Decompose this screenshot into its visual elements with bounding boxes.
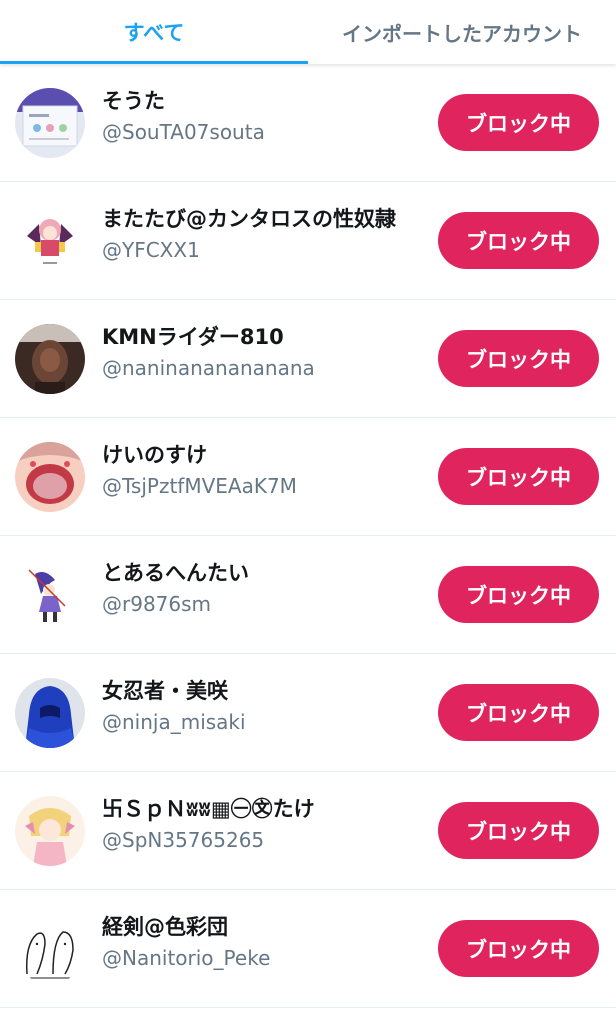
avatar[interactable] [15,560,85,630]
list-item[interactable]: 経剣@色彩団 @Nanitorio_Peke ブロック中 [0,890,616,1008]
blocking-button[interactable]: ブロック中 [438,802,599,859]
tab-all[interactable]: すべて [0,0,308,64]
user-name: またたび@カンタロスの性奴隷 [102,207,396,231]
user-name: けいのすけ [102,443,207,467]
tab-bar: すべて インポートしたアカウント [0,0,616,64]
user-name: 経剣@色彩団 [102,915,228,939]
blocking-button[interactable]: ブロック中 [438,94,599,151]
user-handle: @SouTA07souta [102,120,265,144]
user-name: 卐ＳｐＮʬʬ▦㊀㉆たけ [102,797,315,821]
avatar[interactable] [15,678,85,748]
avatar[interactable] [15,324,85,394]
user-handle: @SpN35765265 [102,828,265,852]
avatar[interactable] [15,442,85,512]
list-item[interactable]: KMNライダー810 @naninananananana ブロック中 [0,300,616,418]
blocking-button[interactable]: ブロック中 [438,684,599,741]
list-item[interactable]: 卐ＳｐＮʬʬ▦㊀㉆たけ @SpN35765265 ブロック中 [0,772,616,890]
user-handle: @ninja_misaki [102,710,246,734]
list-item[interactable]: とあるへんたい @r9876sm ブロック中 [0,536,616,654]
avatar[interactable] [15,796,85,866]
user-handle: @TsjPztfMVEAaK7M [102,474,297,498]
list-item[interactable]: けいのすけ @TsjPztfMVEAaK7M ブロック中 [0,418,616,536]
blocking-button[interactable]: ブロック中 [438,566,599,623]
list-item[interactable]: 女忍者・美咲 @ninja_misaki ブロック中 [0,654,616,772]
user-name: そうた [102,89,165,113]
user-name: KMNライダー810 [102,325,284,349]
user-name: とあるへんたい [102,561,249,585]
avatar[interactable] [15,914,85,984]
blocking-button[interactable]: ブロック中 [438,212,599,269]
user-handle: @YFCXX1 [102,238,200,262]
list-item[interactable]: またたび@カンタロスの性奴隷 @YFCXX1 ブロック中 [0,182,616,300]
tab-imported-accounts[interactable]: インポートしたアカウント [308,0,616,64]
user-handle: @naninananananana [102,356,315,380]
blocking-button[interactable]: ブロック中 [438,448,599,505]
blocking-button[interactable]: ブロック中 [438,920,599,977]
blocking-button[interactable]: ブロック中 [438,330,599,387]
blocked-accounts-list: そうた @SouTA07souta ブロック中 またたび@カンタロスの性奴隷 @… [0,64,616,1008]
user-handle: @Nanitorio_Peke [102,946,271,970]
user-name: 女忍者・美咲 [102,679,228,703]
avatar[interactable] [15,88,85,158]
user-handle: @r9876sm [102,592,212,616]
list-item[interactable]: そうた @SouTA07souta ブロック中 [0,64,616,182]
avatar[interactable] [15,206,85,276]
